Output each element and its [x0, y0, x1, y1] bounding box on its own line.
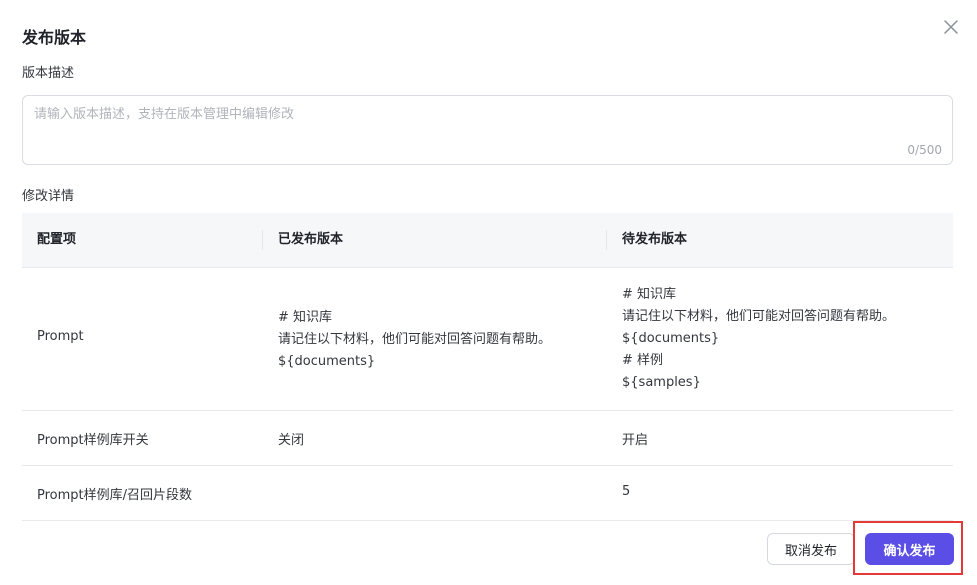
cell-pending: # 知识库 请记住以下材料，他们可能对回答问题有帮助。 ${documents}… [622, 287, 896, 390]
publish-version-dialog: 发布版本 版本描述 0/500 修改详情 配置项 已发布版本 待发布版本 Pro… [0, 0, 977, 585]
table-row: Prompt # 知识库 请记住以下材料，他们可能对回答问题有帮助。 ${doc… [22, 267, 953, 411]
table-row: Prompt样例库开关 关闭 开启 [22, 411, 953, 466]
details-label: 修改详情 [22, 189, 75, 204]
cell-published: # 知识库 请记住以下材料，他们可能对回答问题有帮助。 ${documents} [278, 310, 552, 369]
column-header-pending: 待发布版本 [622, 232, 688, 247]
cell-item: Prompt样例库开关 [37, 433, 149, 448]
column-divider [606, 230, 607, 250]
column-header-item: 配置项 [37, 232, 77, 247]
cell-item: Prompt [37, 329, 84, 344]
column-header-published: 已发布版本 [278, 232, 344, 247]
table-header: 配置项 已发布版本 待发布版本 [22, 213, 953, 267]
description-textarea[interactable] [23, 96, 952, 164]
confirm-publish-button[interactable]: 确认发布 [865, 533, 954, 565]
dialog-title: 发布版本 [22, 28, 87, 47]
description-field-wrapper: 0/500 [22, 95, 953, 165]
changes-table: 配置项 已发布版本 待发布版本 Prompt # 知识库 请记住以下材料，他们可… [22, 213, 953, 521]
cell-item: Prompt样例库/召回片段数 [37, 488, 193, 503]
column-divider [262, 230, 263, 250]
cancel-publish-button[interactable]: 取消发布 [767, 533, 855, 565]
cell-pending: 开启 [622, 433, 649, 448]
character-counter: 0/500 [907, 143, 942, 157]
close-icon[interactable] [941, 17, 961, 37]
cell-pending: 5 [622, 484, 631, 499]
table-row: Prompt样例库/召回片段数 5 [22, 466, 953, 521]
description-label: 版本描述 [22, 66, 75, 81]
cell-published: 关闭 [278, 433, 305, 448]
